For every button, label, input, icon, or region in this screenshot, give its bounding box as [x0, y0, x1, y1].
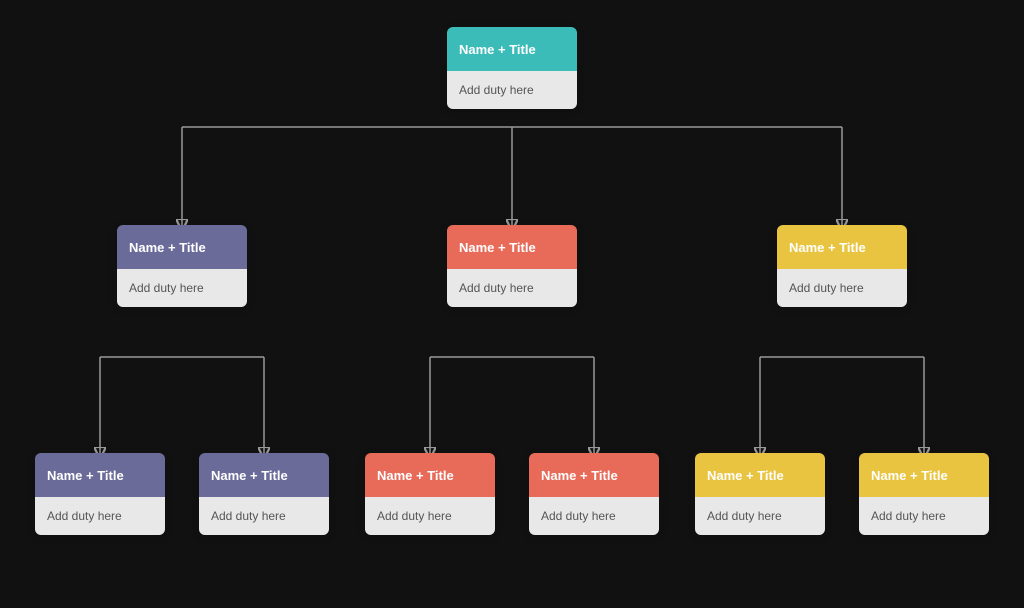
node-mid-center-header: Name + Title: [447, 225, 577, 269]
node-bot-cl-body: Add duty here: [365, 497, 495, 535]
node-mid-center-duty: Add duty here: [459, 281, 534, 295]
node-bot-ll-header: Name + Title: [35, 453, 165, 497]
node-bot-cl-label: Name + Title: [377, 468, 454, 483]
node-bot-rl-duty: Add duty here: [707, 509, 782, 523]
node-mid-right-duty: Add duty here: [789, 281, 864, 295]
node-bot-ll-label: Name + Title: [47, 468, 124, 483]
node-bot-cr-body: Add duty here: [529, 497, 659, 535]
node-bot-rl-label: Name + Title: [707, 468, 784, 483]
node-bot-cr-duty: Add duty here: [541, 509, 616, 523]
node-mid-right-body: Add duty here: [777, 269, 907, 307]
node-bot-cr-header: Name + Title: [529, 453, 659, 497]
node-bot-ll-body: Add duty here: [35, 497, 165, 535]
node-bot-cl[interactable]: Name + Title Add duty here: [365, 453, 495, 535]
node-bot-cl-duty: Add duty here: [377, 509, 452, 523]
node-bot-lr-body: Add duty here: [199, 497, 329, 535]
node-bot-cr[interactable]: Name + Title Add duty here: [529, 453, 659, 535]
node-mid-left-header: Name + Title: [117, 225, 247, 269]
node-mid-right-header: Name + Title: [777, 225, 907, 269]
node-mid-center-label: Name + Title: [459, 240, 536, 255]
node-root-body: Add duty here: [447, 71, 577, 109]
node-mid-center-body: Add duty here: [447, 269, 577, 307]
node-bot-rr-duty: Add duty here: [871, 509, 946, 523]
node-bot-cr-label: Name + Title: [541, 468, 618, 483]
node-bot-rl-body: Add duty here: [695, 497, 825, 535]
node-bot-lr[interactable]: Name + Title Add duty here: [199, 453, 329, 535]
node-bot-lr-header: Name + Title: [199, 453, 329, 497]
node-mid-right[interactable]: Name + Title Add duty here: [777, 225, 907, 307]
node-root-header: Name + Title: [447, 27, 577, 71]
node-root-label: Name + Title: [459, 42, 536, 57]
node-mid-left-body: Add duty here: [117, 269, 247, 307]
org-chart: Name + Title Add duty here Name + Title …: [12, 9, 1012, 599]
node-bot-rl[interactable]: Name + Title Add duty here: [695, 453, 825, 535]
node-bot-rr-label: Name + Title: [871, 468, 948, 483]
node-bot-rr-header: Name + Title: [859, 453, 989, 497]
node-mid-left[interactable]: Name + Title Add duty here: [117, 225, 247, 307]
node-bot-rr-body: Add duty here: [859, 497, 989, 535]
node-bot-lr-label: Name + Title: [211, 468, 288, 483]
node-bot-rr[interactable]: Name + Title Add duty here: [859, 453, 989, 535]
node-mid-right-label: Name + Title: [789, 240, 866, 255]
node-mid-center[interactable]: Name + Title Add duty here: [447, 225, 577, 307]
node-mid-left-duty: Add duty here: [129, 281, 204, 295]
node-bot-cl-header: Name + Title: [365, 453, 495, 497]
node-bot-rl-header: Name + Title: [695, 453, 825, 497]
node-root-duty: Add duty here: [459, 83, 534, 97]
node-bot-ll[interactable]: Name + Title Add duty here: [35, 453, 165, 535]
node-mid-left-label: Name + Title: [129, 240, 206, 255]
node-bot-ll-duty: Add duty here: [47, 509, 122, 523]
node-root[interactable]: Name + Title Add duty here: [447, 27, 577, 109]
node-bot-lr-duty: Add duty here: [211, 509, 286, 523]
